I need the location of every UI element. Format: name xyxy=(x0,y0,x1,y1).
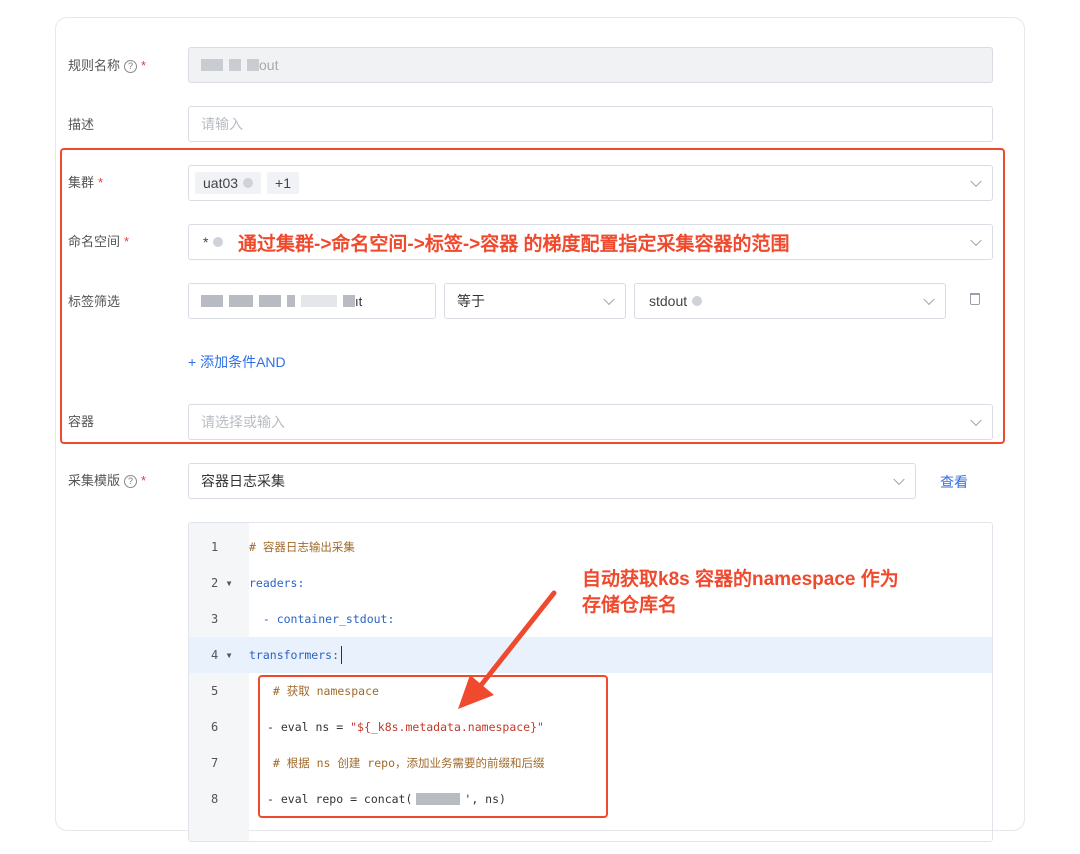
code-line-active[interactable]: 4 ▾ transformers: xyxy=(189,637,992,673)
namespace-repo-annotation: 自动获取k8s 容器的namespace 作为 存储仓库名 xyxy=(582,569,899,616)
chevron-down-icon xyxy=(923,293,935,306)
redacted-text xyxy=(229,59,241,71)
redacted-text xyxy=(201,59,223,71)
chevron-down-icon xyxy=(970,175,982,188)
container-select[interactable]: 请选择或输入 xyxy=(188,404,993,440)
cluster-label: 集群 * xyxy=(68,175,104,190)
rule-name-input[interactable]: out xyxy=(188,47,993,83)
label-key-input[interactable]: ıt xyxy=(188,283,436,319)
tag-close-icon[interactable] xyxy=(213,237,224,247)
label-value-select[interactable]: stdout xyxy=(634,283,946,319)
operator-select[interactable]: 等于 xyxy=(444,283,626,319)
tag-close-icon[interactable] xyxy=(243,178,254,188)
scope-annotation: 通过集群->命名空间->标签->容器 的梯度配置指定采集容器的范围 xyxy=(236,229,792,256)
delete-icon[interactable] xyxy=(970,293,980,305)
tag-close-icon[interactable] xyxy=(692,296,703,306)
label-value-tag[interactable]: stdout xyxy=(641,290,711,312)
redacted-text xyxy=(259,295,281,307)
chevron-down-icon xyxy=(970,414,982,427)
container-label: 容器 xyxy=(68,414,95,429)
help-icon[interactable]: ? xyxy=(124,474,138,488)
cluster-tag[interactable]: uat03 xyxy=(195,172,262,194)
template-label: 采集模版 ? * xyxy=(68,473,147,488)
cluster-select[interactable]: uat03 +1 xyxy=(188,165,993,201)
description-label: 描述 xyxy=(68,117,95,132)
add-condition-link[interactable]: + 添加条件AND xyxy=(188,352,286,372)
chevron-down-icon xyxy=(893,473,905,486)
redacted-text xyxy=(301,295,337,307)
help-icon[interactable]: ? xyxy=(124,59,138,73)
view-template-link[interactable]: 查看 xyxy=(940,472,968,492)
redacted-text xyxy=(343,295,355,307)
redacted-text xyxy=(201,295,223,307)
code-line[interactable]: 1 # 容器日志输出采集 xyxy=(189,529,992,565)
namespace-label: 命名空间 * xyxy=(68,234,130,249)
chevron-down-icon xyxy=(970,234,982,247)
cluster-more-tag[interactable]: +1 xyxy=(267,172,300,194)
redacted-text xyxy=(287,295,295,307)
label-filter-label: 标签筛选 xyxy=(68,294,121,309)
namespace-tag[interactable]: * xyxy=(195,231,232,253)
text-cursor xyxy=(341,646,343,664)
redacted-text xyxy=(247,59,259,71)
redacted-text xyxy=(229,295,253,307)
arrow-icon xyxy=(458,590,557,709)
chevron-down-icon xyxy=(603,293,615,306)
rule-name-label: 规则名称 ? * xyxy=(68,58,147,73)
template-select[interactable]: 容器日志采集 xyxy=(188,463,916,499)
description-input[interactable]: 请输入 xyxy=(188,106,993,142)
